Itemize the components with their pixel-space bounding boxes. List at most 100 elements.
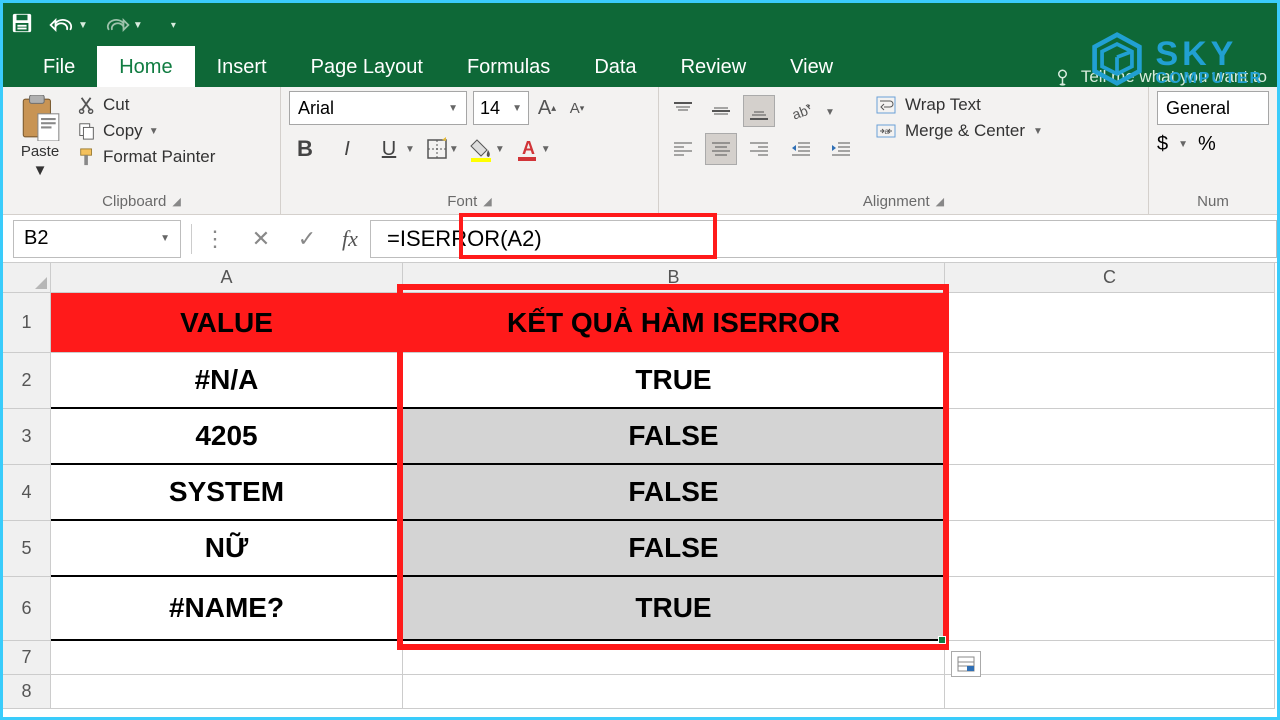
name-box[interactable]: B2▼ — [13, 220, 181, 258]
chevron-down-icon[interactable]: ▼ — [1178, 139, 1188, 150]
cell-A7[interactable] — [51, 641, 403, 675]
cell-B4[interactable]: FALSE — [403, 465, 945, 521]
row-header[interactable]: 1 — [3, 293, 51, 353]
cell-A5[interactable]: NỮ — [51, 521, 403, 577]
cell-C6[interactable] — [945, 577, 1275, 641]
chevron-down-icon[interactable]: ▼ — [449, 144, 459, 155]
chevron-down-icon[interactable]: ▼ — [133, 20, 143, 31]
tab-formulas[interactable]: Formulas — [445, 46, 572, 87]
font-size-select[interactable]: 14▼ — [473, 91, 529, 125]
decrease-indent-button[interactable] — [785, 134, 817, 166]
chevron-down-icon[interactable]: ▼ — [825, 107, 835, 118]
tab-review[interactable]: Review — [659, 46, 769, 87]
chevron-down-icon[interactable]: ▼ — [405, 144, 415, 155]
paste-button[interactable]: Paste ▼ — [11, 95, 69, 179]
align-right-button[interactable] — [743, 133, 775, 165]
spreadsheet-grid[interactable]: A B C 1 VALUE KẾT QUẢ HÀM ISERROR 2 #N/A… — [3, 263, 1277, 709]
currency-button[interactable]: $ — [1157, 133, 1168, 156]
formula-input[interactable]: =ISERROR(A2) — [370, 220, 1277, 258]
cell-B5[interactable]: FALSE — [403, 521, 945, 577]
tab-page-layout[interactable]: Page Layout — [289, 46, 445, 87]
orientation-button[interactable]: ab — [785, 96, 817, 128]
font-name-select[interactable]: Arial▼ — [289, 91, 467, 125]
chevron-down-icon[interactable]: ▼ — [541, 144, 551, 155]
undo-button[interactable]: ▼ — [49, 15, 88, 35]
row-header[interactable]: 6 — [3, 577, 51, 641]
chevron-down-icon[interactable]: ▼ — [78, 20, 88, 31]
more-icon[interactable]: ⋮ — [192, 220, 238, 258]
fill-handle[interactable] — [939, 637, 945, 643]
cell-A4[interactable]: SYSTEM — [51, 465, 403, 521]
cell-C8[interactable] — [945, 675, 1275, 709]
column-header-A[interactable]: A — [51, 263, 403, 293]
increase-indent-button[interactable] — [825, 134, 857, 166]
align-middle-button[interactable] — [705, 95, 737, 127]
chevron-down-icon[interactable]: ▼ — [495, 144, 505, 155]
qat-customize-icon[interactable]: ▾ — [171, 20, 176, 31]
cell-A1[interactable]: VALUE — [51, 293, 403, 353]
cell-B1[interactable]: KẾT QUẢ HÀM ISERROR — [403, 293, 945, 353]
percent-button[interactable]: % — [1198, 133, 1216, 156]
chevron-down-icon[interactable]: ▼ — [33, 162, 48, 179]
borders-button[interactable]: ▼ — [425, 137, 459, 161]
row-header[interactable]: 7 — [3, 641, 51, 675]
cell-A6[interactable]: #NAME? — [51, 577, 403, 641]
align-left-button[interactable] — [667, 133, 699, 165]
cut-button[interactable]: Cut — [77, 95, 215, 115]
cell-B3[interactable]: FALSE — [403, 409, 945, 465]
column-header-B[interactable]: B — [403, 263, 945, 293]
cell-B8[interactable] — [403, 675, 945, 709]
redo-button[interactable]: ▼ — [104, 15, 143, 35]
cell-B6[interactable]: TRUE — [403, 577, 945, 641]
cell-C2[interactable] — [945, 353, 1275, 409]
autofill-options-button[interactable] — [951, 651, 981, 677]
cell-B7[interactable] — [403, 641, 945, 675]
cell-A8[interactable] — [51, 675, 403, 709]
fill-color-button[interactable]: ▼ — [469, 136, 505, 162]
row-header[interactable]: 3 — [3, 409, 51, 465]
cell-C4[interactable] — [945, 465, 1275, 521]
row-header[interactable]: 5 — [3, 521, 51, 577]
bold-button[interactable]: B — [289, 133, 321, 165]
align-center-button[interactable] — [705, 133, 737, 165]
row-header[interactable]: 2 — [3, 353, 51, 409]
tell-me-search[interactable]: Tell me what you want to — [1055, 67, 1277, 87]
decrease-font-icon[interactable]: A▾ — [565, 93, 589, 123]
fx-icon[interactable]: fx — [330, 226, 370, 252]
dialog-launcher-icon[interactable]: ◢ — [936, 195, 944, 208]
align-bottom-button[interactable] — [743, 95, 775, 127]
select-all-corner[interactable] — [3, 263, 51, 293]
italic-button[interactable]: I — [331, 133, 363, 165]
row-header[interactable]: 4 — [3, 465, 51, 521]
tab-insert[interactable]: Insert — [195, 46, 289, 87]
merge-center-button[interactable]: a Merge & Center ▼ — [875, 121, 1043, 141]
dialog-launcher-icon[interactable]: ◢ — [172, 195, 180, 208]
tab-home[interactable]: Home — [97, 46, 194, 87]
wrap-text-button[interactable]: Wrap Text — [875, 95, 1043, 115]
dialog-launcher-icon[interactable]: ◢ — [483, 195, 491, 208]
cell-B2[interactable]: TRUE — [403, 353, 945, 409]
align-top-button[interactable] — [667, 95, 699, 127]
number-format-select[interactable]: General — [1157, 91, 1269, 125]
underline-button[interactable]: U — [373, 133, 405, 165]
cell-A3[interactable]: 4205 — [51, 409, 403, 465]
chevron-down-icon[interactable]: ▼ — [149, 126, 159, 137]
tab-file[interactable]: File — [21, 46, 97, 87]
cancel-formula-button[interactable]: ✕ — [238, 220, 284, 258]
chevron-down-icon[interactable]: ▼ — [1033, 126, 1043, 137]
tab-data[interactable]: Data — [572, 46, 658, 87]
cell-C7[interactable] — [945, 641, 1275, 675]
copy-button[interactable]: Copy ▼ — [77, 121, 215, 141]
cell-C3[interactable] — [945, 409, 1275, 465]
cell-A2[interactable]: #N/A — [51, 353, 403, 409]
cell-C1[interactable] — [945, 293, 1275, 353]
column-header-C[interactable]: C — [945, 263, 1275, 293]
row-header[interactable]: 8 — [3, 675, 51, 709]
save-icon[interactable] — [11, 12, 33, 39]
format-painter-button[interactable]: Format Painter — [77, 147, 215, 167]
cell-C5[interactable] — [945, 521, 1275, 577]
tab-view[interactable]: View — [768, 46, 855, 87]
font-color-button[interactable]: A ▼ — [515, 136, 551, 162]
enter-formula-button[interactable]: ✓ — [284, 220, 330, 258]
increase-font-icon[interactable]: A▴ — [535, 93, 559, 123]
